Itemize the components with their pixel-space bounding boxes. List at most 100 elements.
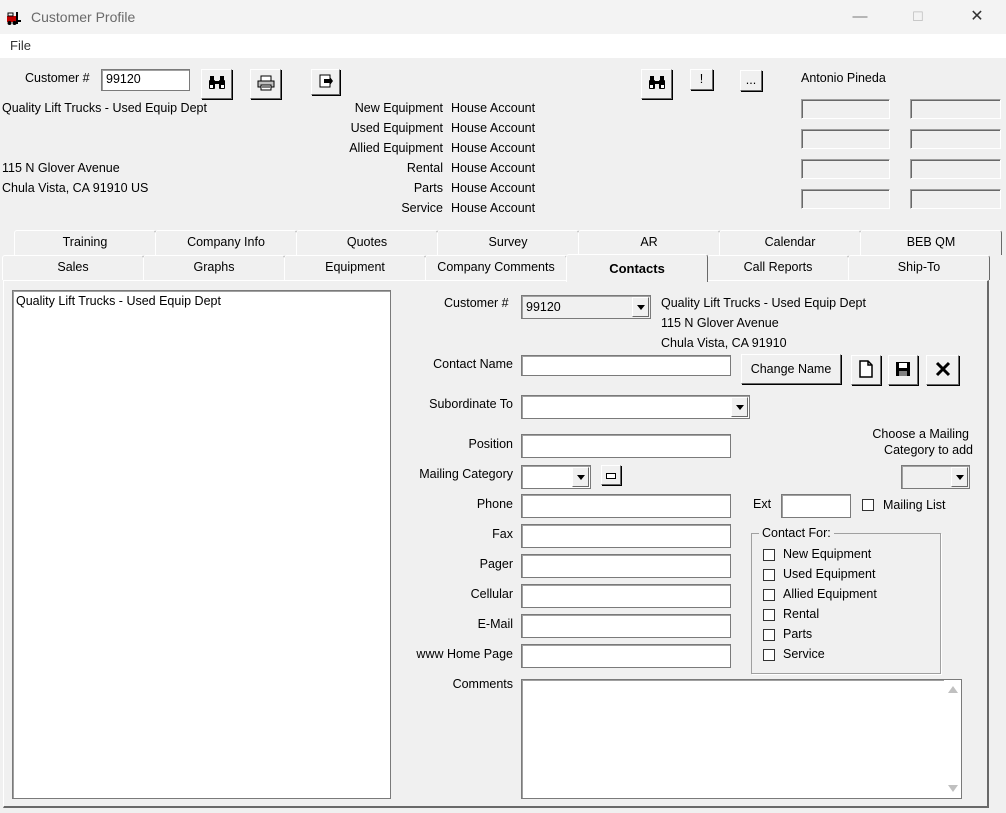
info-box [801,159,890,179]
contact-for-allied-equipment-checkbox[interactable] [763,589,775,601]
comments-label: Comments [452,677,513,691]
title-bar: Customer Profile — ☐ ✕ [0,0,1006,34]
fax-input[interactable] [521,524,731,548]
mailing-list-label: Mailing List [883,498,946,512]
account-value-used: House Account [451,121,536,135]
print-button[interactable] [250,69,281,99]
save-contact-button[interactable] [888,355,918,385]
contact-for-new-equipment-checkbox[interactable] [763,549,775,561]
choose-mailing-line-2: Category to add [884,443,973,457]
mailing-category-select[interactable] [521,465,591,489]
contact-customer-select[interactable]: 99120 [521,295,651,319]
change-name-button[interactable]: Change Name [741,354,841,384]
tab-quotes[interactable]: Quotes [296,230,438,255]
email-input[interactable] [521,614,731,638]
contact-for-used-equipment-checkbox[interactable] [763,569,775,581]
comments-textarea[interactable] [521,679,962,799]
contact-name-label: Contact Name [433,357,513,371]
tab-call-reports[interactable]: Call Reports [707,255,849,280]
contact-customer-label: Customer # [444,296,509,310]
ext-label: Ext [753,497,772,511]
address-line-1: 115 N Glover Avenue [2,161,120,175]
chevron-down-icon[interactable] [951,467,968,487]
account-value-service: House Account [451,201,536,215]
info-box [910,189,1001,209]
pager-input[interactable] [521,554,731,578]
contact-address-1: 115 N Glover Avenue [661,316,779,330]
ext-input[interactable] [781,494,851,518]
contact-for-allied-equipment-label: Allied Equipment [783,587,877,601]
maximize-button[interactable]: ☐ [898,6,938,28]
comments-scrollbar[interactable] [944,680,961,798]
goto-button[interactable] [311,69,340,95]
cellular-input[interactable] [521,584,731,608]
account-category-new: New Equipment [354,101,443,115]
contact-for-rental-label: Rental [783,607,820,621]
tab-sales[interactable]: Sales [2,255,144,280]
contact-for-new-equipment-label: New Equipment [783,547,872,561]
search-contacts-button[interactable] [641,69,672,99]
app-icon [6,10,22,26]
account-category-parts: Parts [413,181,443,195]
tab-company-comments[interactable]: Company Comments [425,255,567,280]
alert-button[interactable]: ! [690,69,713,90]
tab-calendar[interactable]: Calendar [719,230,861,255]
info-box [910,129,1001,149]
contact-company-name: Quality Lift Trucks - Used Equip Dept [661,296,866,310]
info-box [801,99,890,119]
position-label: Position [468,437,513,451]
scroll-down-icon[interactable] [948,785,958,792]
contact-name-input[interactable] [521,355,731,376]
homepage-label: www Home Page [416,647,513,661]
contact-for-legend: Contact For: [759,526,834,540]
tab-equipment[interactable]: Equipment [284,255,426,280]
position-input[interactable] [521,434,731,458]
homepage-input[interactable] [521,644,731,668]
minimize-button[interactable]: — [840,6,880,28]
info-box [910,159,1001,179]
tab-ar[interactable]: AR [578,230,720,255]
choose-mailing-select[interactable] [901,465,970,489]
scroll-up-icon[interactable] [948,686,958,693]
contact-for-service-checkbox[interactable] [763,649,775,661]
contact-list[interactable]: Quality Lift Trucks - Used Equip Dept [12,290,391,799]
account-value-parts: House Account [451,181,536,195]
contact-for-used-equipment-label: Used Equipment [783,567,876,581]
close-x-icon [935,361,951,380]
arrow-page-icon [318,74,334,91]
more-button[interactable]: ... [740,70,762,91]
mailing-list-checkbox[interactable] [862,499,874,511]
cellular-label: Cellular [470,587,513,601]
new-contact-button[interactable] [851,355,881,385]
customer-number-input[interactable]: 99120 [101,69,190,91]
find-customer-button[interactable] [201,69,232,99]
user-name: Antonio Pineda [801,71,886,85]
contact-for-parts-checkbox[interactable] [763,629,775,641]
account-category-used: Used Equipment [350,121,443,135]
phone-input[interactable] [521,494,731,518]
tab-beb-qm[interactable]: BEB QM [860,230,1002,255]
mailing-category-button[interactable] [601,465,621,485]
info-box [910,99,1001,119]
chevron-down-icon[interactable] [632,297,649,317]
close-button[interactable]: ✕ [957,6,997,28]
chevron-down-icon[interactable] [572,467,589,487]
customer-number-label: Customer # [25,71,90,85]
phone-label: Phone [476,497,513,511]
tab-contacts[interactable]: Contacts [566,254,708,282]
choose-mailing-line-1: Choose a Mailing [872,427,969,441]
info-box [801,129,890,149]
chevron-down-icon[interactable] [731,397,748,417]
tab-ship-to[interactable]: Ship-To [848,255,990,280]
subordinate-select[interactable] [521,395,750,419]
tab-training[interactable]: Training [14,230,156,255]
tab-survey[interactable]: Survey [437,230,579,255]
info-box [801,189,890,209]
delete-contact-button[interactable] [926,355,959,385]
tab-company-info[interactable]: Company Info [155,230,297,255]
contact-for-parts-label: Parts [783,627,813,641]
tab-graphs[interactable]: Graphs [143,255,285,280]
list-item[interactable]: Quality Lift Trucks - Used Equip Dept [16,294,387,308]
menu-file[interactable]: File [10,38,31,53]
contact-for-rental-checkbox[interactable] [763,609,775,621]
